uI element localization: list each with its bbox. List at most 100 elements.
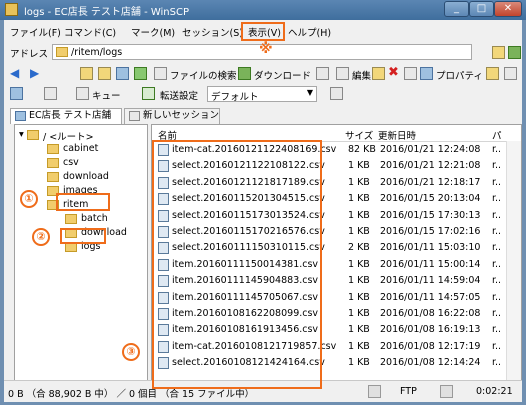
vertical-scrollbar[interactable] [506,141,521,398]
close-button[interactable]: ✕ [494,1,522,17]
session-tabs: EC店長 テスト店舗 新しいセッション [4,106,522,124]
find-files-button[interactable]: ファイルの検索 [170,68,237,82]
file-modified: 2016/01/08 12:17:19 [380,340,481,352]
edit-icon[interactable] [336,67,349,80]
tree-node-label: download [63,171,109,182]
root-dir-icon[interactable] [98,67,111,80]
transfer-preset-value: デフォルト [211,92,259,103]
file-size: 1 KB [348,258,370,270]
file-permissions: r.. [492,308,502,319]
folder-icon [27,130,39,140]
title-bar: logs - EC店長 テスト店舗 - WinSCP _ □ ✕ [0,0,526,20]
refresh-icon[interactable] [134,67,147,80]
folder-icon [47,158,59,168]
highlight-file-list [152,140,322,389]
file-permissions: r.. [492,275,502,287]
properties-icon[interactable] [420,67,433,80]
menu-mark[interactable]: マーク(M) [131,25,175,39]
queue-button[interactable]: キュー [92,88,121,102]
tab-session[interactable]: EC店長 テスト店舗 [10,108,122,124]
highlight-logs-folder [60,228,106,244]
file-permissions: r.. [492,160,502,172]
home-icon[interactable] [116,67,129,80]
tree-node-label: batch [81,213,108,224]
file-modified: 2016/01/15 17:02:16 [380,226,481,237]
preset-options-icon[interactable] [330,87,343,100]
download-button[interactable]: ダウンロード [254,68,311,82]
file-modified: 2016/01/15 17:30:13 [380,209,481,221]
column-modified[interactable]: 更新日時 [378,128,416,142]
app-window: logs - EC店長 テスト店舗 - WinSCP _ □ ✕ ファイル(F)… [0,0,526,405]
folder-icon [56,47,68,57]
download-icon[interactable] [238,67,251,80]
overflow-icon[interactable] [504,67,517,80]
client-area: ファイル(F) コマンド(C) マーク(M) セッション(S) 表示(V) ヘル… [4,20,522,402]
delete-icon[interactable]: ✖ [388,65,399,80]
open-folder-icon[interactable] [492,46,505,59]
monitor-icon [15,111,26,121]
transfer-preset-select[interactable]: デフォルト ▼ [207,86,317,103]
file-size: 1 KB [348,160,370,172]
maximize-button[interactable]: □ [469,1,494,17]
back-icon[interactable]: ◀ [10,66,19,80]
file-size: 1 KB [348,308,370,319]
connection-icon [440,385,453,398]
address-path: /ritem/logs [71,47,123,58]
window-title: logs - EC店長 テスト店舗 - WinSCP [24,7,190,18]
file-permissions: r.. [492,176,502,188]
queue-icon[interactable] [76,87,89,100]
folder-icon [65,214,77,224]
file-size: 1 KB [348,357,370,369]
status-time: 0:02:21 [476,386,513,397]
file-modified: 2016/01/11 15:03:10 [380,242,481,254]
settings-icon[interactable] [10,87,23,100]
status-protocol: FTP [400,386,417,397]
tree-toggle-icon[interactable] [508,46,521,59]
file-size: 1 KB [348,291,370,303]
file-permissions: r.. [492,291,502,303]
file-modified: 2016/01/21 12:18:17 [380,176,481,188]
menu-help[interactable]: ヘルプ(H) [288,25,331,39]
file-permissions: r.. [492,242,502,254]
file-modified: 2016/01/21 12:24:08 [380,144,481,155]
folder-action-icon[interactable] [486,67,499,80]
file-permissions: r.. [492,340,502,352]
file-size: 1 KB [348,275,370,287]
chevron-down-icon: ▼ [306,88,313,97]
column-size[interactable]: サイズ [345,128,373,142]
file-modified: 2016/01/11 14:57:05 [380,291,481,303]
new-session-icon [129,111,140,121]
parent-dir-icon[interactable] [80,67,93,80]
file-modified: 2016/01/08 12:14:24 [380,357,481,369]
new-folder-icon[interactable] [372,67,385,80]
tree-node-label: cabinet [63,143,99,154]
column-permissions[interactable]: パ [492,128,502,142]
tab-new-session[interactable]: 新しいセッション [124,108,220,124]
edit-button[interactable]: 編集 [352,68,371,82]
layout-icon[interactable] [44,87,57,100]
menu-command[interactable]: コマンド(C) [64,25,116,39]
file-size: 1 KB [348,176,370,188]
file-size: 1 KB [348,340,370,352]
file-permissions: r.. [492,144,502,155]
file-permissions: r.. [492,324,502,336]
transfer-options-icon[interactable] [316,67,329,80]
forward-icon[interactable]: ▶ [30,66,39,80]
find-files-icon[interactable] [154,67,167,80]
toolbar-secondary: キュー 転送設定 デフォルト ▼ [4,84,522,104]
properties-button[interactable]: プロパティ [436,68,483,82]
highlight-view-menu [241,22,285,41]
tree-node-label: / <ルート> [43,132,94,143]
badge-2: ② [32,228,50,246]
file-size: 1 KB [348,226,370,237]
file-modified: 2016/01/11 14:59:04 [380,275,481,287]
menu-session[interactable]: セッション(S) [182,25,243,39]
file-permissions: r.. [492,193,502,205]
transfer-settings-label: 転送設定 [160,91,199,102]
menu-file[interactable]: ファイル(F) [10,25,61,39]
minimize-button[interactable]: _ [444,1,469,17]
tree-node-label: csv [63,157,79,168]
rename-icon[interactable] [404,67,417,80]
transfer-icon[interactable] [142,87,155,100]
file-modified: 2016/01/15 20:13:04 [380,193,481,205]
